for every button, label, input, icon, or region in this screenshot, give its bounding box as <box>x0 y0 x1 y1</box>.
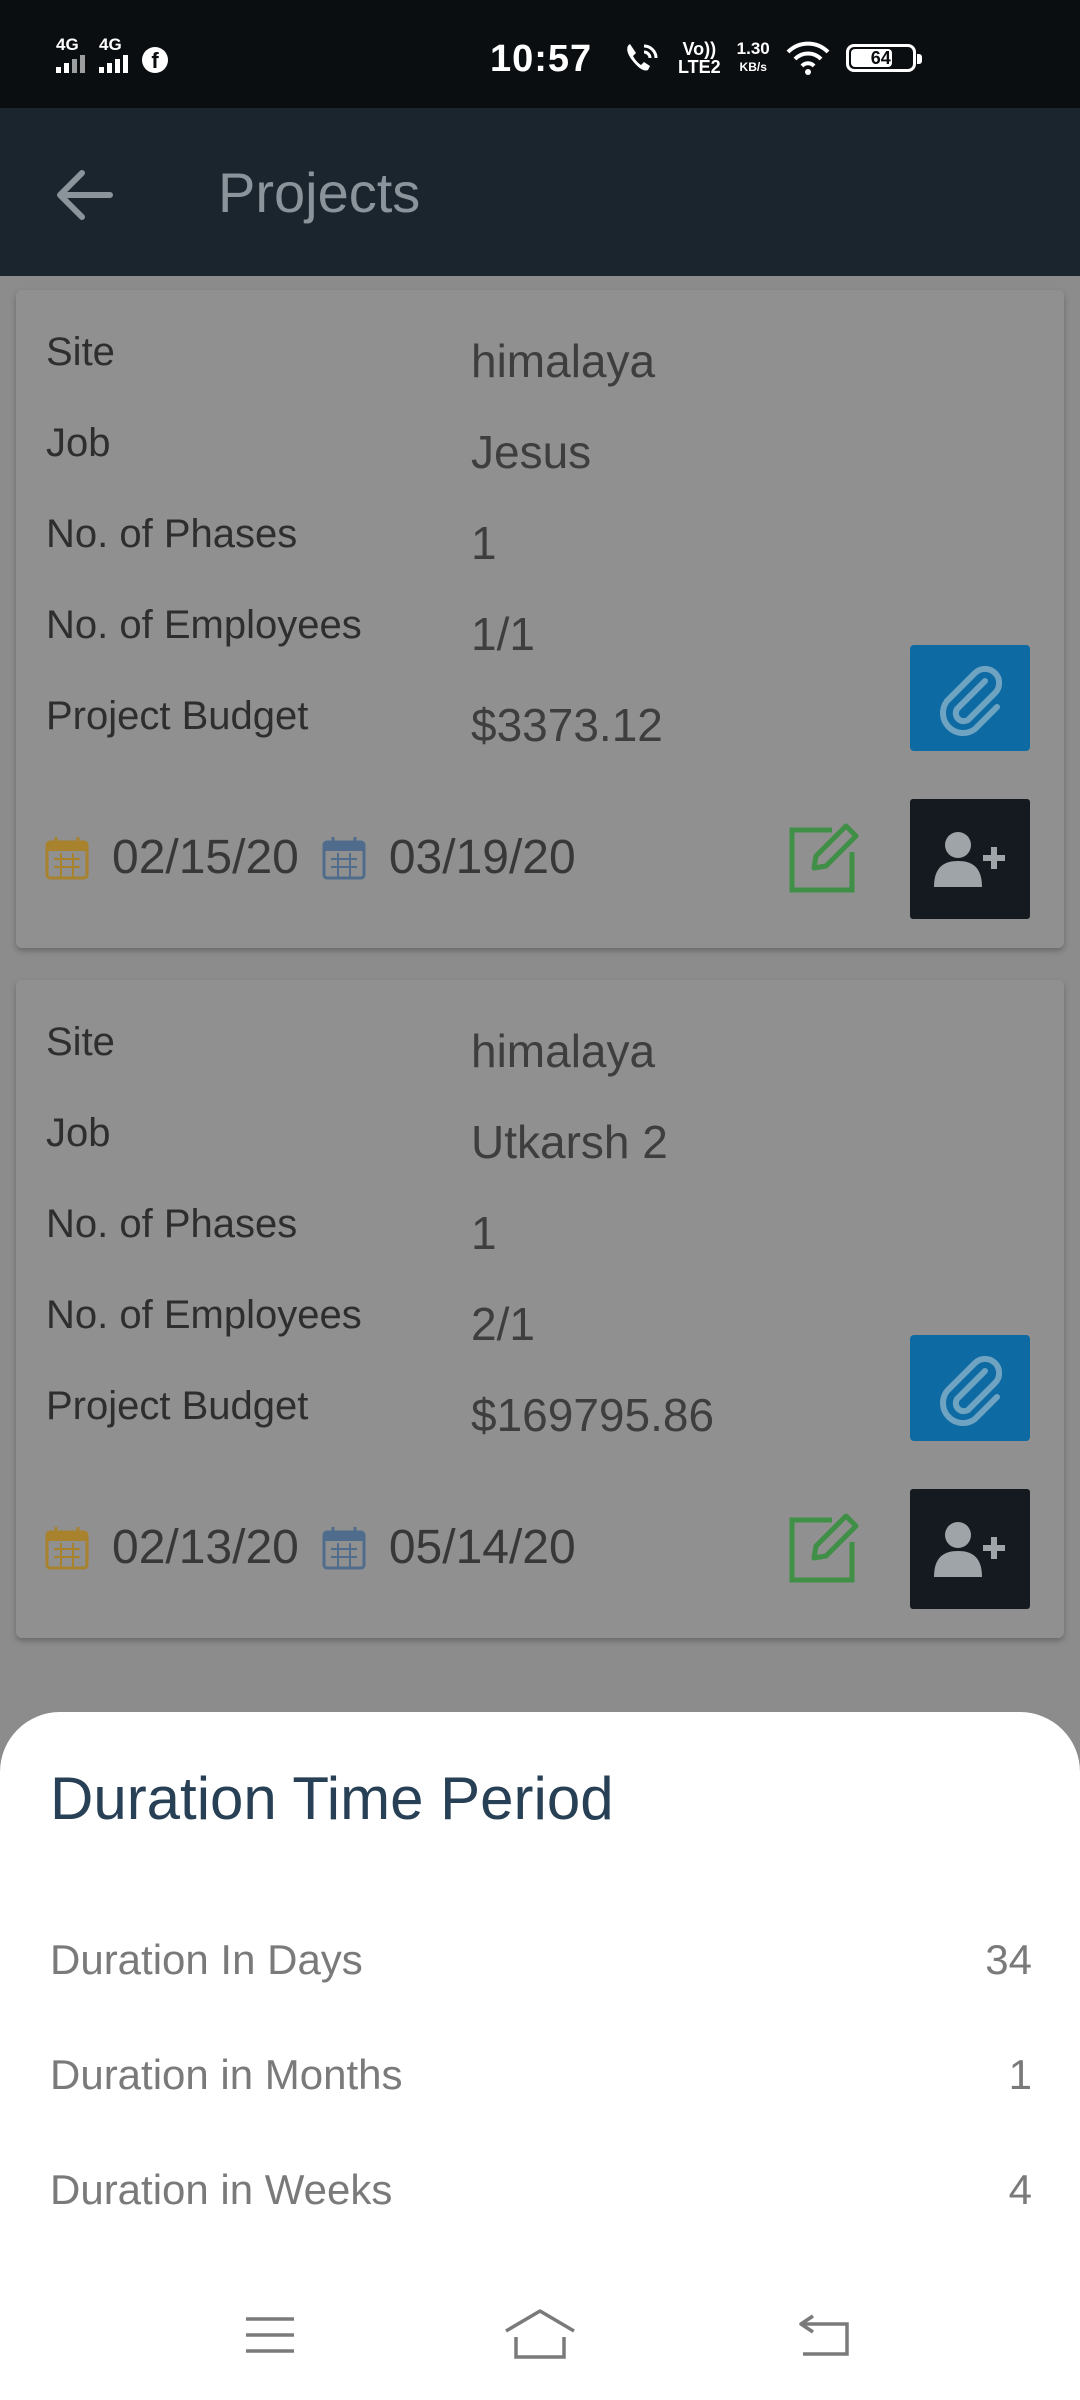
back-icon <box>799 2314 849 2356</box>
calendar-icon <box>45 836 89 879</box>
page-title: Projects <box>218 161 421 224</box>
paperclip-icon <box>940 1355 1003 1426</box>
field-label: Site <box>46 330 115 374</box>
end-date: 03/19/20 <box>388 831 576 884</box>
project-card[interactable]: Site himalaya Job Utkarsh 2 No. of Phase… <box>16 980 1064 1638</box>
calendar-icon <box>322 1526 366 1569</box>
duration-row-days: Duration In Days 34 <box>50 1936 1032 1996</box>
field-value: himalaya <box>471 335 656 387</box>
field-phases: No. of Phases 1 <box>46 512 946 572</box>
edit-button[interactable] <box>786 820 862 896</box>
status-left: 4G 4G f <box>56 36 168 73</box>
field-employees: No. of Employees 1/1 <box>46 603 946 663</box>
menu-nav-button[interactable] <box>230 2300 310 2370</box>
duration-label: Duration in Weeks <box>50 2166 393 2213</box>
field-employees: No. of Employees 2/1 <box>46 1293 946 1353</box>
field-value: 1/1 <box>471 608 535 660</box>
field-value: $169795.86 <box>471 1389 715 1441</box>
field-value: Utkarsh 2 <box>471 1116 668 1168</box>
sheet-title: Duration Time Period <box>50 1765 614 1832</box>
date-range: 02/15/20 03/19/20 <box>44 830 598 885</box>
speed-value: 1.30 <box>736 39 770 58</box>
home-icon <box>505 2309 575 2359</box>
attachment-button[interactable] <box>910 645 1030 751</box>
back-arrow-icon <box>57 170 113 220</box>
home-nav-button[interactable] <box>500 2300 580 2370</box>
field-value: 2/1 <box>471 1298 535 1350</box>
field-value: Jesus <box>471 426 592 478</box>
status-time: 10:57 <box>490 38 593 80</box>
app-bar: Projects <box>0 108 1080 276</box>
speed-unit: KB/s <box>739 60 767 74</box>
duration-label: Duration In Days <box>50 1936 363 1983</box>
sim2-network: 4G <box>99 35 122 54</box>
field-budget: Project Budget $3373.12 <box>46 694 946 754</box>
menu-icon <box>246 2317 294 2353</box>
field-label: No. of Employees <box>46 603 362 647</box>
start-date: 02/15/20 <box>112 831 299 884</box>
field-site: Site himalaya <box>46 1020 946 1080</box>
battery-level: 64 <box>870 47 891 68</box>
project-card[interactable]: Site himalaya Job Jesus No. of Phases 1 … <box>16 290 1064 948</box>
calendar-icon <box>322 836 366 879</box>
add-user-icon <box>934 832 1005 887</box>
attachment-button[interactable] <box>910 1335 1030 1441</box>
wifi-calling-icon <box>627 44 658 71</box>
field-label: Project Budget <box>46 694 309 738</box>
edit-icon <box>789 823 859 893</box>
network-speed: 1.30 KB/s <box>737 40 770 76</box>
edit-button[interactable] <box>786 1510 862 1586</box>
back-nav-button[interactable] <box>784 2300 864 2370</box>
duration-row-weeks: Duration in Weeks 4 <box>50 2166 1032 2226</box>
field-label: Job <box>46 1111 111 1155</box>
field-label: Project Budget <box>46 1384 309 1428</box>
battery-icon: 64 <box>845 44 922 72</box>
add-user-icon <box>934 1522 1005 1577</box>
status-bar: 4G 4G f 10:57 Vo)) LTE2 1.30 KB/s 64 <box>0 0 1080 108</box>
field-phases: No. of Phases 1 <box>46 1202 946 1262</box>
start-date: 02/13/20 <box>112 1521 299 1574</box>
signal-sim2-icon: 4G <box>99 36 128 73</box>
duration-value: 4 <box>1008 2166 1032 2213</box>
calendar-icon <box>45 1526 89 1569</box>
volte-bottom: LTE2 <box>678 57 721 77</box>
field-budget: Project Budget $169795.86 <box>46 1384 946 1444</box>
field-value: 1 <box>471 517 497 569</box>
field-label: Job <box>46 421 111 465</box>
field-label: Site <box>46 1020 115 1064</box>
facebook-icon: f <box>142 47 168 73</box>
field-job: Job Jesus <box>46 421 946 481</box>
duration-label: Duration in Months <box>50 2051 403 2098</box>
status-right: Vo)) LTE2 1.30 KB/s 64 <box>622 38 922 78</box>
wifi-icon <box>786 41 830 75</box>
add-employee-button[interactable] <box>910 1489 1030 1609</box>
system-nav-bar <box>0 2280 1080 2400</box>
field-value: himalaya <box>471 1025 656 1077</box>
paperclip-icon <box>940 665 1003 736</box>
duration-value: 34 <box>985 1936 1032 1983</box>
back-button[interactable] <box>50 160 120 230</box>
volte-top: Vo)) <box>682 39 717 59</box>
edit-icon <box>789 1513 859 1583</box>
field-job: Job Utkarsh 2 <box>46 1111 946 1171</box>
sim1-network: 4G <box>56 35 79 54</box>
date-range: 02/13/20 05/14/20 <box>44 1520 598 1575</box>
signal-sim1-icon: 4G <box>56 36 85 73</box>
field-label: No. of Phases <box>46 1202 298 1246</box>
field-value: 1 <box>471 1207 497 1259</box>
field-label: No. of Employees <box>46 1293 362 1337</box>
end-date: 05/14/20 <box>388 1521 576 1574</box>
add-employee-button[interactable] <box>910 799 1030 919</box>
field-label: No. of Phases <box>46 512 298 556</box>
volte-indicator: Vo)) LTE2 <box>678 40 721 76</box>
duration-value: 1 <box>1008 2051 1032 2098</box>
field-value: $3373.12 <box>471 699 663 751</box>
duration-row-months: Duration in Months 1 <box>50 2051 1032 2111</box>
field-site: Site himalaya <box>46 330 946 390</box>
